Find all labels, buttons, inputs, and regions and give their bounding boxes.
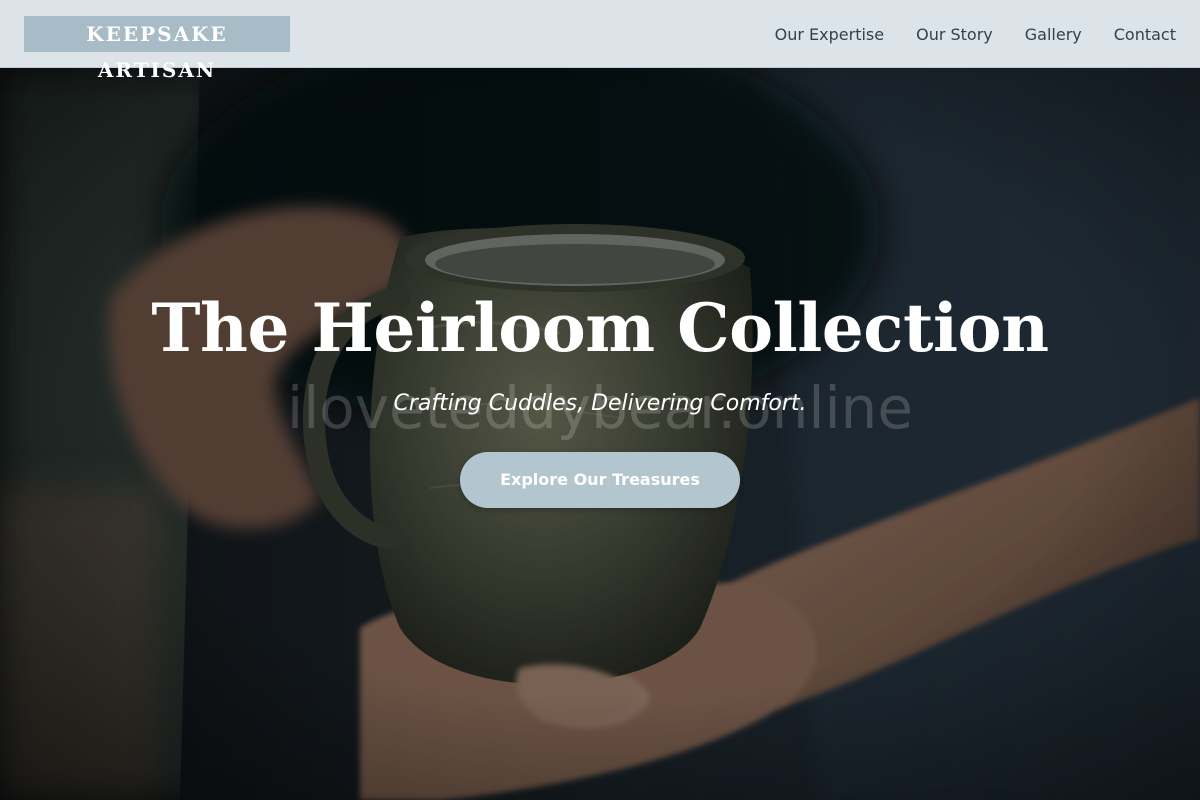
brand-logo[interactable]: KEEPSAKE ARTISAN [24, 16, 290, 82]
hero-tagline: Crafting Cuddles, Delivering Comfort. [393, 391, 807, 416]
main-nav: Our Expertise Our Story Gallery Contact [775, 0, 1176, 68]
site-header: KEEPSAKE ARTISAN Our Expertise Our Story… [0, 0, 1200, 82]
nav-link-our-expertise[interactable]: Our Expertise [775, 25, 884, 44]
hero-title: The Heirloom Collection [151, 289, 1049, 367]
nav-link-our-story[interactable]: Our Story [916, 25, 993, 44]
hero-section: The Heirloom Collection iloveteddybear.o… [0, 68, 1200, 800]
explore-treasures-button[interactable]: Explore Our Treasures [460, 452, 740, 508]
page: KEEPSAKE ARTISAN Our Expertise Our Story… [0, 0, 1200, 800]
nav-link-gallery[interactable]: Gallery [1025, 25, 1082, 44]
nav-link-contact[interactable]: Contact [1114, 25, 1176, 44]
